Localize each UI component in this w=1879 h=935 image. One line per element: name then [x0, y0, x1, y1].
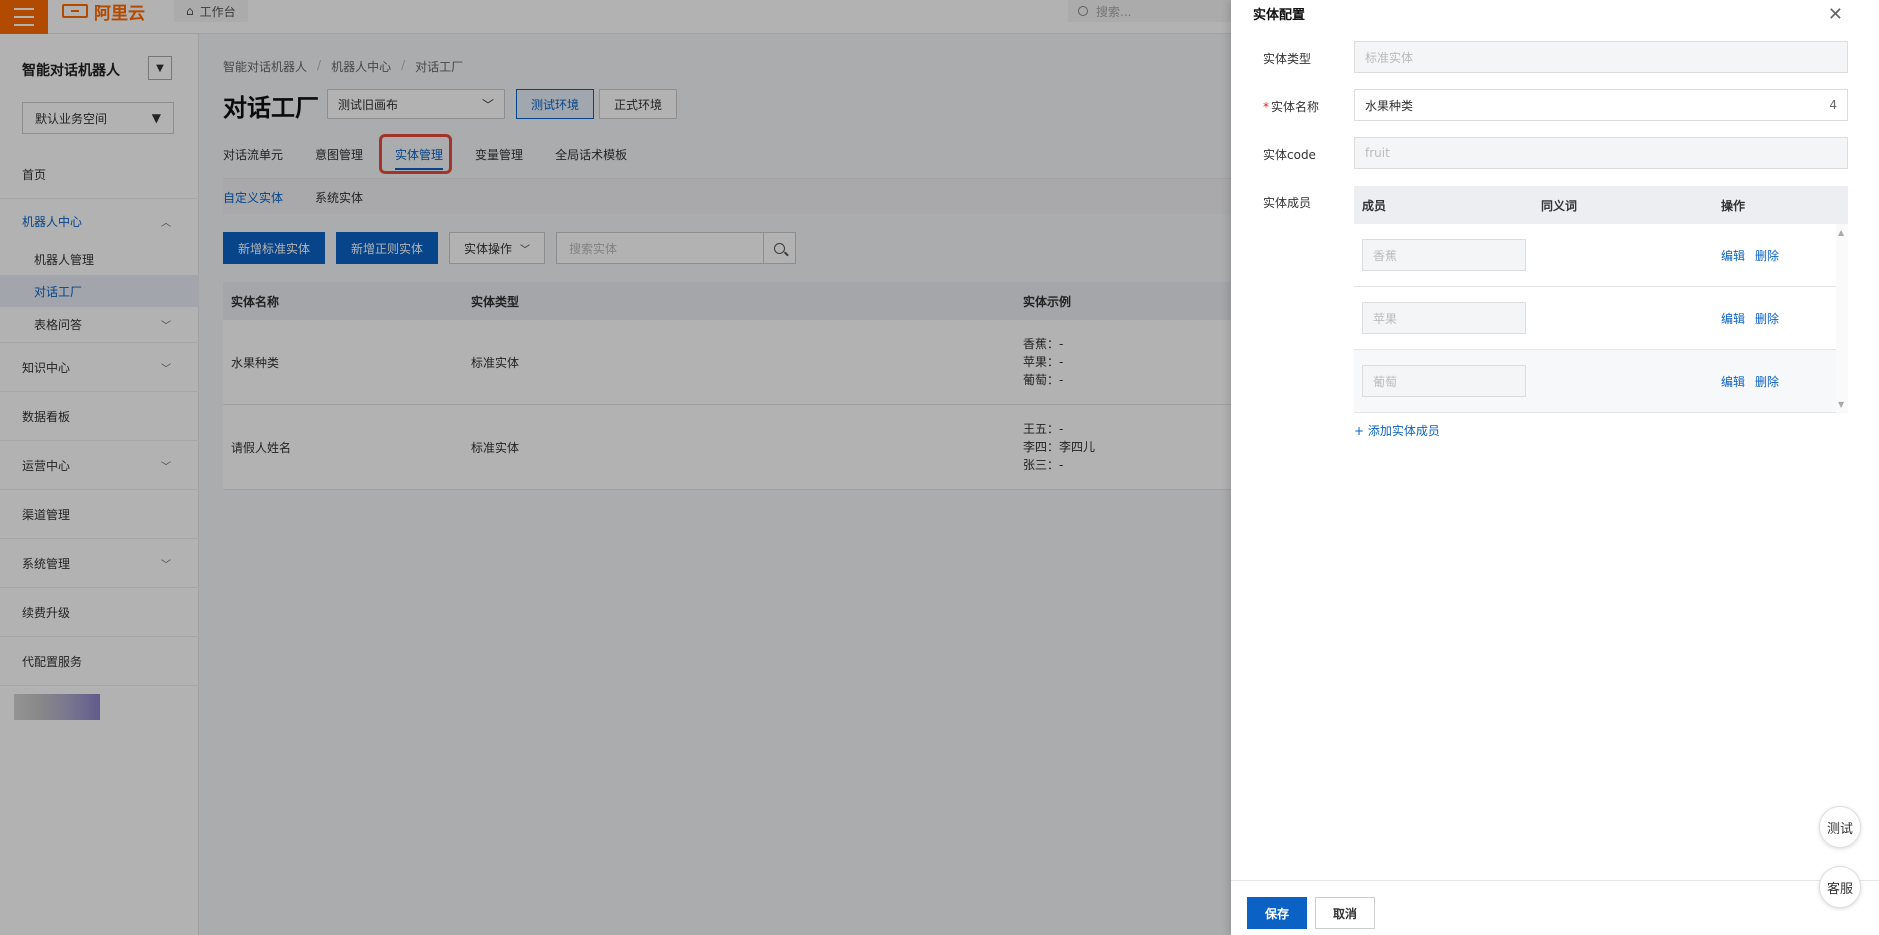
entity-type-value: 标准实体: [1365, 50, 1414, 65]
close-icon[interactable]: ✕: [1828, 4, 1843, 25]
delete-link[interactable]: 删除: [1755, 249, 1779, 263]
edit-link[interactable]: 编辑: [1721, 375, 1745, 389]
edit-link[interactable]: 编辑: [1721, 249, 1745, 263]
edit-link[interactable]: 编辑: [1721, 312, 1745, 326]
drawer-footer: 保存 取消: [1231, 880, 1879, 935]
test-float-button[interactable]: 测试: [1819, 806, 1861, 848]
char-count: 4: [1829, 98, 1837, 112]
save-button[interactable]: 保存: [1247, 897, 1307, 929]
entity-name-label: * 实体名称: [1263, 98, 1319, 115]
add-member-link[interactable]: + 添加实体成员: [1354, 422, 1440, 439]
entity-members-label: 实体成员: [1263, 196, 1312, 210]
entity-name-label-text: 实体名称: [1271, 100, 1320, 114]
drawer-title: 实体配置: [1253, 8, 1306, 23]
customer-service-button[interactable]: 客服: [1819, 866, 1861, 908]
entity-code-field: fruit: [1354, 137, 1848, 169]
member-input[interactable]: 苹果: [1362, 302, 1526, 334]
members-table: 成员 同义词 操作 香蕉 编辑 删除 苹果 编辑 删除 葡萄 编辑 删除 ▲ ▼: [1354, 186, 1848, 413]
entity-name-value: 水果种类: [1365, 98, 1414, 113]
member-input[interactable]: 葡萄: [1362, 365, 1526, 397]
member-row: 苹果 编辑 删除: [1354, 287, 1848, 350]
members-scrollbar[interactable]: ▲ ▼: [1836, 224, 1848, 413]
entity-config-drawer: 实体配置 ✕ 实体类型 标准实体 * 实体名称 水果种类 4 实体code fru…: [1231, 0, 1879, 935]
delete-link[interactable]: 删除: [1755, 375, 1779, 389]
cancel-button[interactable]: 取消: [1315, 897, 1375, 929]
delete-link[interactable]: 删除: [1755, 312, 1779, 326]
required-mark: *: [1263, 100, 1269, 114]
column-header: 同义词: [1541, 198, 1578, 213]
member-row: 香蕉 编辑 删除: [1354, 224, 1848, 287]
entity-type-label: 实体类型: [1263, 52, 1312, 66]
entity-code-label: 实体code: [1263, 148, 1316, 162]
entity-code-value: fruit: [1365, 146, 1390, 160]
members-table-header: 成员 同义词 操作: [1354, 186, 1848, 224]
scroll-up-icon[interactable]: ▲: [1838, 228, 1844, 237]
entity-type-field: 标准实体: [1354, 41, 1848, 73]
member-input[interactable]: 香蕉: [1362, 239, 1526, 271]
member-row: 葡萄 编辑 删除: [1354, 350, 1848, 413]
column-header: 成员: [1362, 198, 1387, 213]
column-header: 操作: [1721, 198, 1746, 213]
scroll-down-icon[interactable]: ▼: [1838, 400, 1844, 409]
entity-name-field[interactable]: 水果种类 4: [1354, 89, 1848, 121]
